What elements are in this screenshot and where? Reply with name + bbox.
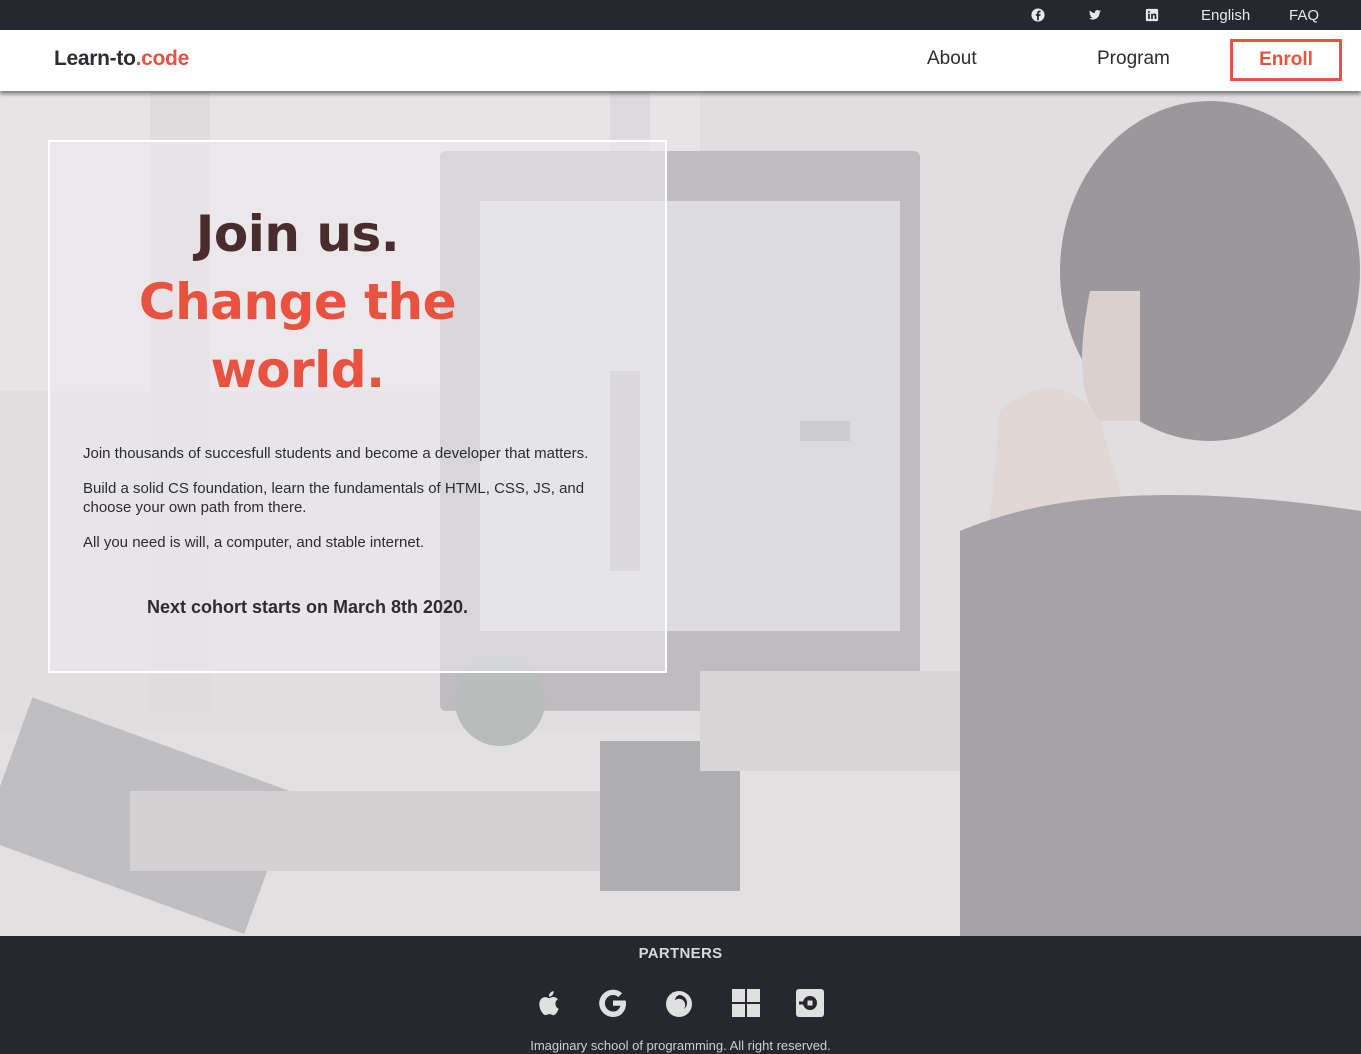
navbar: Learn-to.code About Program Enroll — [0, 30, 1361, 91]
google-icon — [596, 986, 630, 1020]
logo[interactable]: Learn-to.code — [54, 47, 189, 71]
enroll-button[interactable]: Enroll — [1230, 39, 1342, 81]
top-bar: English FAQ — [0, 0, 1361, 30]
hero-paragraph-2: Build a solid CS foundation, learn the f… — [83, 480, 585, 516]
headline-line-1: Join us. — [195, 205, 400, 263]
hero-section: Join us. Change the world. Join thousand… — [0, 91, 1361, 936]
facebook-icon[interactable] — [1031, 0, 1045, 30]
firefox-icon — [662, 986, 696, 1020]
nav-about[interactable]: About — [927, 48, 977, 70]
windows-icon — [729, 986, 763, 1020]
uber-icon — [793, 986, 827, 1020]
hero-card: Join us. Change the world. Join thousand… — [48, 140, 667, 673]
headline-line-3: world. — [210, 341, 385, 399]
cohort-announcement: Next cohort starts on March 8th 2020. — [146, 597, 469, 617]
nav-program[interactable]: Program — [1097, 48, 1170, 70]
hero-paragraph-3: All you need is will, a computer, and st… — [83, 534, 425, 551]
logo-main: Learn-to — [54, 47, 136, 70]
hero-paragraph-1: Join thousands of succesfull students an… — [83, 445, 589, 462]
copyright-text: Imaginary school of programming. All rig… — [530, 1038, 831, 1053]
apple-icon — [532, 986, 566, 1020]
logo-accent: .code — [135, 47, 190, 70]
footer: PARTNERS Imaginary school of programming… — [0, 936, 1361, 1054]
language-link[interactable]: English — [1201, 0, 1250, 30]
linkedin-icon[interactable] — [1145, 0, 1159, 30]
headline-line-2: Change the — [138, 273, 457, 331]
twitter-icon[interactable] — [1088, 0, 1102, 30]
partners-title: PARTNERS — [638, 945, 723, 962]
faq-link[interactable]: FAQ — [1289, 0, 1319, 30]
